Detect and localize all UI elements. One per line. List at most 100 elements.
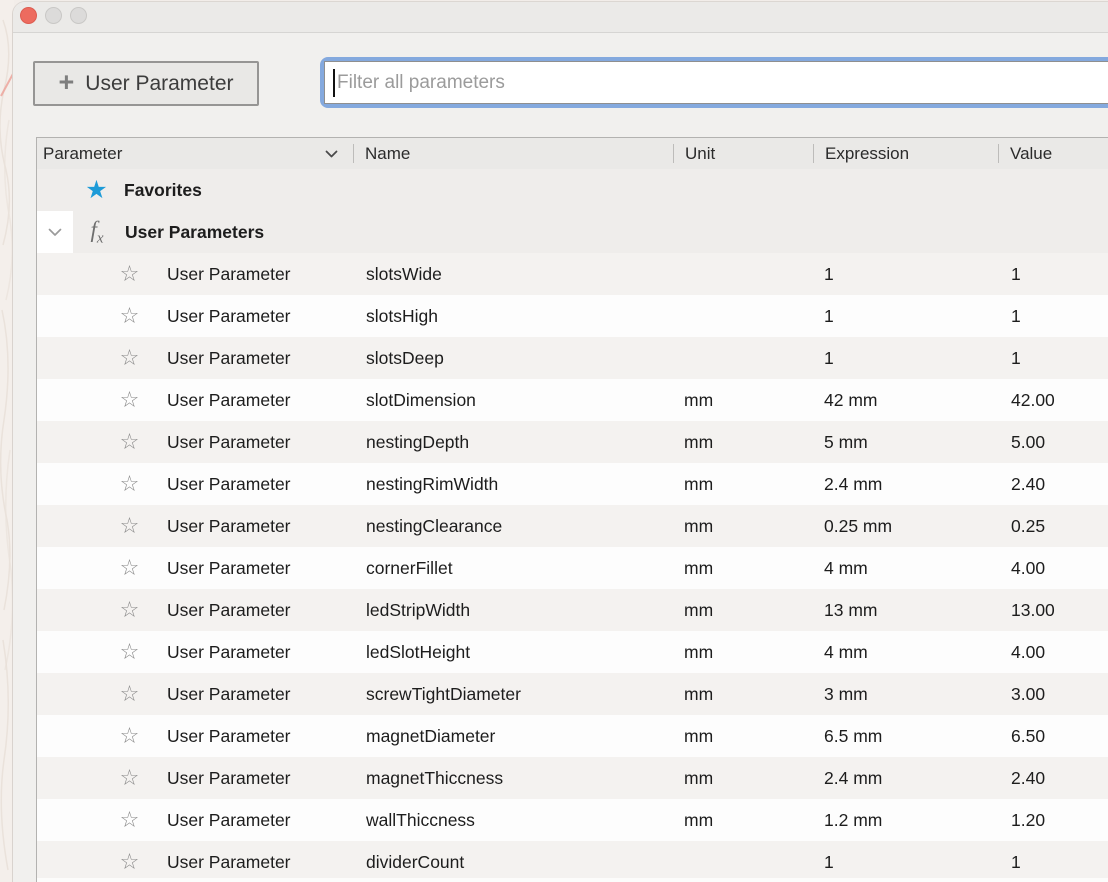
next-row-edge	[37, 878, 1108, 882]
parameter-expression[interactable]: 4 mm	[813, 642, 998, 663]
parameter-expression[interactable]: 2.4 mm	[813, 474, 998, 495]
star-outline-icon[interactable]: ☆	[118, 767, 141, 789]
parameter-value: 6.50	[998, 726, 1108, 747]
parameter-name[interactable]: slotsWide	[353, 264, 673, 285]
star-outline-icon[interactable]: ☆	[118, 305, 141, 327]
close-button[interactable]	[20, 7, 37, 24]
parameter-name[interactable]: nestingDepth	[353, 432, 673, 453]
header-name[interactable]: Name	[353, 138, 673, 169]
parameter-expression[interactable]: 1	[813, 348, 998, 369]
parameter-expression[interactable]: 5 mm	[813, 432, 998, 453]
parameter-expression[interactable]: 6.5 mm	[813, 726, 998, 747]
star-outline-icon[interactable]: ☆	[118, 557, 141, 579]
parameter-row[interactable]: ☆ User Parameter ledSlotHeight mm 4 mm 4…	[37, 631, 1108, 673]
header-expression[interactable]: Expression	[813, 138, 998, 169]
parameter-row[interactable]: ☆ User Parameter cornerFillet mm 4 mm 4.…	[37, 547, 1108, 589]
group-row-favorites[interactable]: ★ Favorites	[37, 169, 1108, 211]
zoom-button[interactable]	[70, 7, 87, 24]
star-outline-icon[interactable]: ☆	[118, 641, 141, 663]
parameter-value: 0.25	[998, 516, 1108, 537]
parameter-type-label: User Parameter	[167, 432, 291, 453]
parameter-row[interactable]: ☆ User Parameter nestingRimWidth mm 2.4 …	[37, 463, 1108, 505]
parameter-row[interactable]: ☆ User Parameter slotsWide 1 1	[37, 253, 1108, 295]
parameter-expression[interactable]: 13 mm	[813, 600, 998, 621]
parameter-unit: mm	[673, 810, 813, 831]
parameter-row[interactable]: ☆ User Parameter ledStripWidth mm 13 mm …	[37, 589, 1108, 631]
star-outline-icon[interactable]: ☆	[118, 515, 141, 537]
header-name-label: Name	[365, 144, 410, 164]
star-outline-icon[interactable]: ☆	[118, 599, 141, 621]
parameter-name[interactable]: ledStripWidth	[353, 600, 673, 621]
parameter-value: 2.40	[998, 474, 1108, 495]
parameter-expression[interactable]: 4 mm	[813, 558, 998, 579]
star-outline-icon[interactable]: ☆	[118, 683, 141, 705]
parameter-unit: mm	[673, 642, 813, 663]
parameter-name[interactable]: slotsHigh	[353, 306, 673, 327]
header-value-label: Value	[1010, 144, 1052, 164]
star-outline-icon[interactable]: ☆	[118, 725, 141, 747]
star-outline-icon[interactable]: ☆	[118, 389, 141, 411]
parameter-name[interactable]: slotsDeep	[353, 348, 673, 369]
parameter-type-label: User Parameter	[167, 684, 291, 705]
titlebar[interactable]	[13, 2, 1108, 33]
parameter-row[interactable]: ☆ User Parameter wallThiccness mm 1.2 mm…	[37, 799, 1108, 841]
parameter-row[interactable]: ☆ User Parameter nestingDepth mm 5 mm 5.…	[37, 421, 1108, 463]
parameter-name[interactable]: magnetThiccness	[353, 768, 673, 789]
parameter-expression[interactable]: 1	[813, 306, 998, 327]
fx-icon: fx	[85, 217, 109, 248]
parameter-row[interactable]: ☆ User Parameter magnetDiameter mm 6.5 m…	[37, 715, 1108, 757]
parameter-value: 5.00	[998, 432, 1108, 453]
parameter-name[interactable]: magnetDiameter	[353, 726, 673, 747]
parameter-expression[interactable]: 1.2 mm	[813, 810, 998, 831]
parameter-expression[interactable]: 1	[813, 852, 998, 873]
parameter-expression[interactable]: 0.25 mm	[813, 516, 998, 537]
parameter-type-label: User Parameter	[167, 474, 291, 495]
parameter-name[interactable]: slotDimension	[353, 390, 673, 411]
header-parameter[interactable]: Parameter	[37, 138, 353, 169]
star-outline-icon[interactable]: ☆	[118, 431, 141, 453]
star-outline-icon[interactable]: ☆	[118, 347, 141, 369]
star-outline-icon[interactable]: ☆	[118, 851, 141, 873]
parameter-name[interactable]: dividerCount	[353, 852, 673, 873]
parameter-row[interactable]: ☆ User Parameter dividerCount 1 1	[37, 841, 1108, 882]
parameter-name[interactable]: screwTightDiameter	[353, 684, 673, 705]
add-user-parameter-label: User Parameter	[85, 72, 233, 96]
chevron-down-icon[interactable]	[325, 150, 338, 158]
parameter-type-label: User Parameter	[167, 768, 291, 789]
parameter-row[interactable]: ☆ User Parameter magnetThiccness mm 2.4 …	[37, 757, 1108, 799]
parameter-type-label: User Parameter	[167, 642, 291, 663]
star-outline-icon[interactable]: ☆	[118, 263, 141, 285]
parameter-name[interactable]: nestingRimWidth	[353, 474, 673, 495]
header-unit[interactable]: Unit	[673, 138, 813, 169]
parameter-name[interactable]: wallThiccness	[353, 810, 673, 831]
parameter-value: 4.00	[998, 642, 1108, 663]
parameter-row[interactable]: ☆ User Parameter slotsHigh 1 1	[37, 295, 1108, 337]
minimize-button[interactable]	[45, 7, 62, 24]
parameter-name[interactable]: cornerFillet	[353, 558, 673, 579]
parameter-expression[interactable]: 1	[813, 264, 998, 285]
group-expander-toggle[interactable]	[37, 211, 73, 253]
parameter-expression[interactable]: 42 mm	[813, 390, 998, 411]
parameter-unit: mm	[673, 474, 813, 495]
parameter-type-label: User Parameter	[167, 306, 291, 327]
parameter-expression[interactable]: 2.4 mm	[813, 768, 998, 789]
parameter-value: 1.20	[998, 810, 1108, 831]
add-user-parameter-button[interactable]: + User Parameter	[33, 61, 259, 106]
parameter-type-label: User Parameter	[167, 264, 291, 285]
star-outline-icon[interactable]: ☆	[118, 473, 141, 495]
favorites-expander-cell	[37, 169, 73, 211]
header-value[interactable]: Value	[998, 138, 1108, 169]
parameter-row[interactable]: ☆ User Parameter nestingClearance mm 0.2…	[37, 505, 1108, 547]
parameter-row[interactable]: ☆ User Parameter slotDimension mm 42 mm …	[37, 379, 1108, 421]
group-row-user-parameters[interactable]: fx User Parameters	[37, 211, 1108, 253]
parameter-name[interactable]: ledSlotHeight	[353, 642, 673, 663]
parameter-name[interactable]: nestingClearance	[353, 516, 673, 537]
filter-input[interactable]	[324, 61, 1108, 104]
star-outline-icon[interactable]: ☆	[118, 809, 141, 831]
parameter-value: 42.00	[998, 390, 1108, 411]
header-unit-label: Unit	[685, 144, 715, 164]
parameter-row[interactable]: ☆ User Parameter slotsDeep 1 1	[37, 337, 1108, 379]
parameter-expression[interactable]: 3 mm	[813, 684, 998, 705]
parameter-value: 1	[998, 852, 1108, 873]
parameter-row[interactable]: ☆ User Parameter screwTightDiameter mm 3…	[37, 673, 1108, 715]
